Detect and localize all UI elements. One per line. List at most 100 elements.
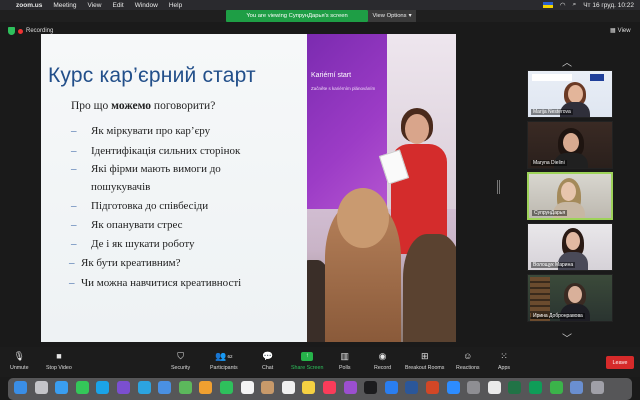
security-shield-icon: ⛉ bbox=[177, 351, 184, 361]
sheets-icon[interactable] bbox=[529, 381, 542, 394]
downloads-icon[interactable] bbox=[570, 381, 584, 394]
reminders-icon[interactable] bbox=[281, 381, 295, 394]
polls-chart-icon: ▥ bbox=[340, 351, 349, 361]
view-options-label: View Options bbox=[372, 13, 407, 19]
menu-view[interactable]: View bbox=[88, 2, 102, 9]
subtitle-pre: Про що bbox=[71, 100, 112, 112]
calendar-icon[interactable] bbox=[240, 381, 254, 394]
participant-tile[interactable]: Ирина Добронравова bbox=[527, 274, 613, 322]
chat-label: Chat bbox=[262, 365, 274, 371]
share-screen-icon: ↑ bbox=[301, 352, 314, 361]
menu-meeting[interactable]: Meeting bbox=[53, 2, 76, 9]
wifi-icon[interactable]: ◠ bbox=[560, 1, 566, 9]
viber-icon[interactable] bbox=[117, 381, 130, 394]
view-options-button[interactable]: View Options ▾ bbox=[368, 10, 416, 22]
eu-flag-icon bbox=[590, 74, 604, 81]
zoom-icon[interactable] bbox=[446, 381, 460, 394]
speaker-face bbox=[405, 114, 429, 144]
menu-app-name[interactable]: zoom.us bbox=[16, 2, 42, 9]
bullet-text: Ідентифікація сильних сторінок bbox=[91, 145, 241, 157]
view-label: View bbox=[617, 27, 631, 34]
telegram-icon[interactable] bbox=[137, 381, 151, 394]
contacts-icon[interactable] bbox=[261, 381, 275, 394]
participant-tile[interactable]: Волощук Марина bbox=[527, 223, 613, 271]
participant-tile-active-speaker[interactable]: СупрунДарья bbox=[527, 172, 613, 220]
participants-icon: 👥62 bbox=[215, 351, 233, 361]
dash-icon: – bbox=[71, 125, 77, 137]
music-icon[interactable] bbox=[323, 381, 336, 394]
facetime-icon[interactable] bbox=[220, 381, 233, 394]
numbers-icon[interactable] bbox=[549, 381, 563, 394]
search-icon[interactable]: ⌕ bbox=[573, 1, 577, 9]
menu-window[interactable]: Window bbox=[135, 2, 158, 9]
bullet-text: Де і як шукати роботу bbox=[91, 238, 195, 250]
panel-resize-handle[interactable] bbox=[497, 180, 500, 194]
participant-name: Marija Nesterova bbox=[531, 109, 573, 115]
bullet-text: Чи можна навчитися креативності bbox=[81, 277, 242, 289]
bullet-text: Які фірми мають вимоги до bbox=[91, 163, 221, 175]
photos-icon[interactable] bbox=[199, 381, 213, 394]
participant-face bbox=[568, 286, 582, 303]
record-button[interactable]: ◉ Record bbox=[374, 351, 391, 371]
trash-icon[interactable] bbox=[590, 381, 604, 394]
word-icon[interactable] bbox=[405, 381, 419, 394]
projector-screen: Kariérní start Začněte s kariérním pláno… bbox=[307, 34, 387, 209]
video-camera-icon: ■ bbox=[56, 351, 62, 361]
chrome-icon[interactable] bbox=[487, 381, 501, 394]
bullet-text: пошукувачів bbox=[91, 181, 151, 193]
finder-icon[interactable] bbox=[14, 381, 27, 394]
dash-icon: – bbox=[71, 238, 77, 250]
messages-icon[interactable] bbox=[75, 381, 89, 394]
menu-help[interactable]: Help bbox=[169, 2, 182, 9]
participant-name: Волощук Марина bbox=[531, 262, 576, 268]
launchpad-icon[interactable] bbox=[34, 381, 48, 394]
chat-bubble-icon: 💬 bbox=[262, 351, 274, 361]
participant-face bbox=[566, 232, 580, 250]
input-source-flag-icon[interactable] bbox=[542, 2, 553, 8]
apps-button[interactable]: ⁙ Apps bbox=[498, 351, 510, 371]
tv-icon[interactable] bbox=[364, 381, 378, 394]
share-screen-button[interactable]: ↑ Share Screen bbox=[291, 351, 323, 371]
subtitle-bold: можемо bbox=[111, 100, 152, 112]
mail-icon[interactable] bbox=[158, 381, 172, 394]
breakout-rooms-button[interactable]: ⊞ Breakout Rooms bbox=[405, 351, 444, 371]
participant-tile[interactable]: Marija Nesterova bbox=[527, 70, 613, 118]
maps-icon[interactable] bbox=[178, 381, 192, 394]
bullet-text: Як опанувати стрес bbox=[91, 219, 183, 231]
bullet-text: Як бути креативним? bbox=[81, 257, 181, 269]
preferences-icon[interactable] bbox=[467, 381, 481, 394]
security-label: Security bbox=[171, 365, 191, 371]
shield-icon[interactable] bbox=[8, 27, 15, 35]
polls-button[interactable]: ▥ Polls bbox=[339, 351, 350, 371]
stop-video-button[interactable]: ■ Stop Video bbox=[46, 351, 72, 371]
podcasts-icon[interactable] bbox=[343, 381, 357, 394]
apps-grid-icon: ⁙ bbox=[500, 351, 508, 361]
menu-edit[interactable]: Edit bbox=[112, 2, 123, 9]
bullet-text: Підготовка до співбесіди bbox=[91, 200, 209, 212]
skype-icon[interactable] bbox=[96, 381, 110, 394]
dash-icon: – bbox=[71, 219, 77, 231]
bullet-text: Як міркувати про кар’єру bbox=[91, 125, 211, 137]
list-item: – Ідентифікація сильних сторінок bbox=[71, 142, 241, 160]
powerpoint-icon[interactable] bbox=[426, 381, 439, 394]
list-item: – Як опанувати стрес bbox=[71, 216, 183, 234]
gallery-scroll-up-icon[interactable]: ︿ bbox=[562, 54, 572, 69]
leave-button[interactable]: Leave bbox=[606, 356, 634, 369]
reactions-label: Reactions bbox=[456, 365, 480, 371]
chat-button[interactable]: 💬 Chat bbox=[262, 351, 273, 371]
reactions-button[interactable]: ☺ Reactions bbox=[456, 351, 480, 371]
screen: zoom.us Meeting View Edit Window Help ◠ … bbox=[0, 0, 640, 400]
appstore-icon[interactable] bbox=[384, 381, 398, 394]
safari-icon[interactable] bbox=[55, 381, 69, 394]
excel-icon[interactable] bbox=[508, 381, 522, 394]
participant-tile[interactable]: Maryna Dielini bbox=[527, 121, 613, 169]
security-button[interactable]: ⛉ Security bbox=[171, 351, 190, 371]
list-item: – Які фірми мають вимоги до bbox=[71, 160, 221, 178]
datetime[interactable]: Чт 16 груд. 10:22 bbox=[583, 2, 634, 9]
gallery-scroll-down-icon[interactable]: ﹀ bbox=[562, 330, 572, 345]
notes-icon[interactable] bbox=[302, 381, 316, 394]
view-layout-button[interactable]: ▦ View bbox=[610, 27, 631, 35]
participants-button[interactable]: 👥62 Participants bbox=[210, 351, 238, 371]
dash-icon: – bbox=[71, 145, 77, 157]
unmute-button[interactable]: 🎙 Unmute bbox=[10, 351, 29, 371]
